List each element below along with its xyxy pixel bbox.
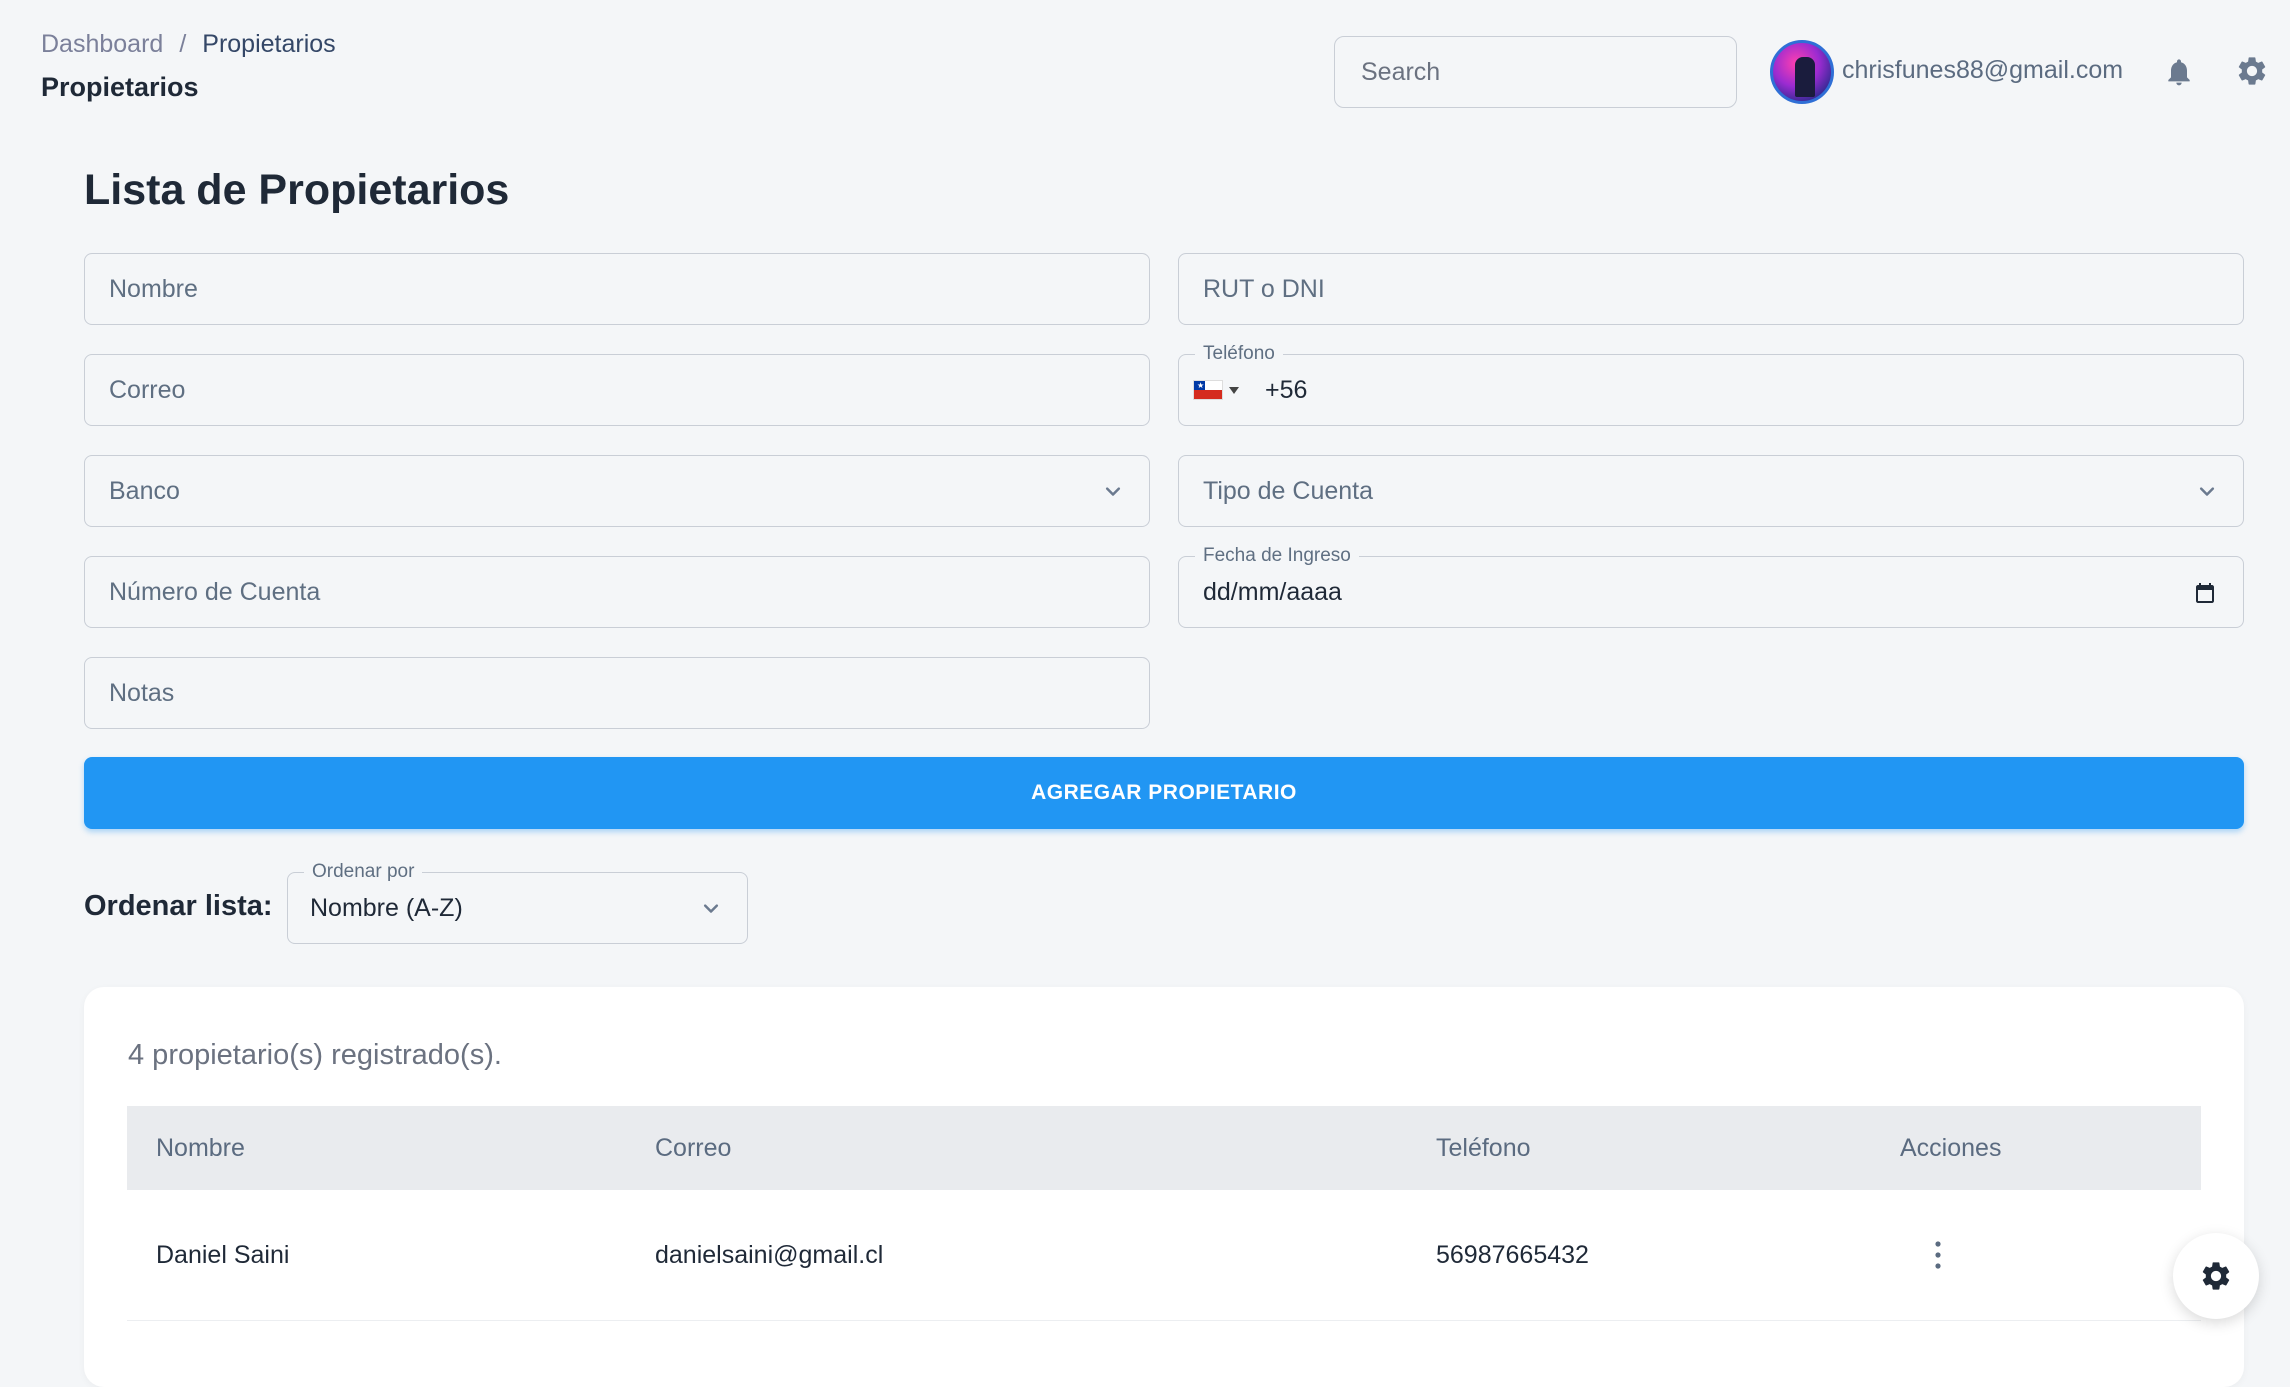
search-input[interactable] <box>1359 56 1712 88</box>
section-title: Lista de Propietarios <box>84 166 510 214</box>
numero-cuenta-field[interactable]: Número de Cuenta <box>84 556 1150 628</box>
avatar[interactable] <box>1770 40 1834 104</box>
cell-telefono: 56987665432 <box>1436 1240 1589 1269</box>
breadcrumb-current: Propietarios <box>202 30 336 58</box>
tipo-cuenta-placeholder: Tipo de Cuenta <box>1203 476 1374 505</box>
correo-field[interactable]: Correo <box>84 354 1150 426</box>
numero-cuenta-placeholder: Número de Cuenta <box>109 577 321 606</box>
column-header-acciones: Acciones <box>1900 1133 2002 1162</box>
more-vert-icon[interactable] <box>1934 1240 1942 1270</box>
user-email[interactable]: chrisfunes88@gmail.com <box>1842 56 2123 85</box>
count-text: 4 propietario(s) registrado(s). <box>128 1039 502 1071</box>
search-box[interactable] <box>1334 36 1737 108</box>
breadcrumb-separator: / <box>179 30 187 58</box>
sort-label: Ordenar lista: <box>84 890 273 922</box>
telefono-field[interactable]: Teléfono ★ +56 <box>1178 343 2244 426</box>
settings-fab-button[interactable] <box>2173 1233 2259 1319</box>
calendar-icon[interactable] <box>2193 581 2217 605</box>
table-row[interactable]: Daniel Saini danielsaini@gmail.cl 569876… <box>127 1190 2201 1321</box>
column-header-correo[interactable]: Correo <box>655 1134 731 1163</box>
telefono-value: +56 <box>1265 375 1308 404</box>
nombre-placeholder: Nombre <box>109 274 198 303</box>
fecha-value: dd/mm/aaaa <box>1203 577 1342 606</box>
gear-icon <box>2202 1262 2230 1290</box>
column-header-telefono[interactable]: Teléfono <box>1436 1134 1531 1163</box>
rut-field[interactable]: RUT o DNI <box>1178 253 2244 325</box>
propietarios-card: 4 propietario(s) registrado(s). Nombre C… <box>84 987 2244 1387</box>
banco-placeholder: Banco <box>109 476 180 505</box>
table-header: Nombre Correo Teléfono Acciones <box>127 1106 2201 1190</box>
breadcrumb-dashboard-link[interactable]: Dashboard <box>41 30 163 59</box>
telefono-label: Teléfono <box>1195 343 1283 365</box>
chevron-down-icon <box>1105 487 1121 496</box>
bell-icon[interactable] <box>2163 54 2195 90</box>
cell-correo: danielsaini@gmail.cl <box>655 1240 884 1269</box>
country-dropdown-icon[interactable] <box>1229 386 1239 394</box>
fecha-ingreso-field[interactable]: Fecha de Ingreso dd/mm/aaaa <box>1178 545 2244 628</box>
chevron-down-icon <box>703 904 719 913</box>
correo-placeholder: Correo <box>109 375 186 404</box>
tipo-cuenta-select[interactable]: Tipo de Cuenta <box>1178 455 2244 527</box>
notas-field[interactable]: Notas <box>84 657 1150 729</box>
column-header-nombre[interactable]: Nombre <box>156 1134 245 1163</box>
nombre-field[interactable]: Nombre <box>84 253 1150 325</box>
page-title: Propietarios <box>41 72 199 102</box>
notas-placeholder: Notas <box>109 678 175 707</box>
fecha-label: Fecha de Ingreso <box>1195 545 1359 567</box>
sort-selected-value: Nombre (A-Z) <box>310 893 463 922</box>
breadcrumb: Dashboard / Propietarios <box>41 30 336 59</box>
rut-placeholder: RUT o DNI <box>1203 274 1325 303</box>
gear-icon[interactable] <box>2235 54 2269 88</box>
banco-select[interactable]: Banco <box>84 455 1150 527</box>
agregar-propietario-button[interactable]: AGREGAR PROPIETARIO <box>84 757 2244 829</box>
chile-flag-icon[interactable]: ★ <box>1193 380 1223 400</box>
cell-nombre: Daniel Saini <box>156 1240 290 1269</box>
sort-select[interactable]: Ordenar por Nombre (A-Z) <box>287 861 748 944</box>
chevron-down-icon <box>2199 487 2215 496</box>
sort-select-label: Ordenar por <box>304 861 423 883</box>
